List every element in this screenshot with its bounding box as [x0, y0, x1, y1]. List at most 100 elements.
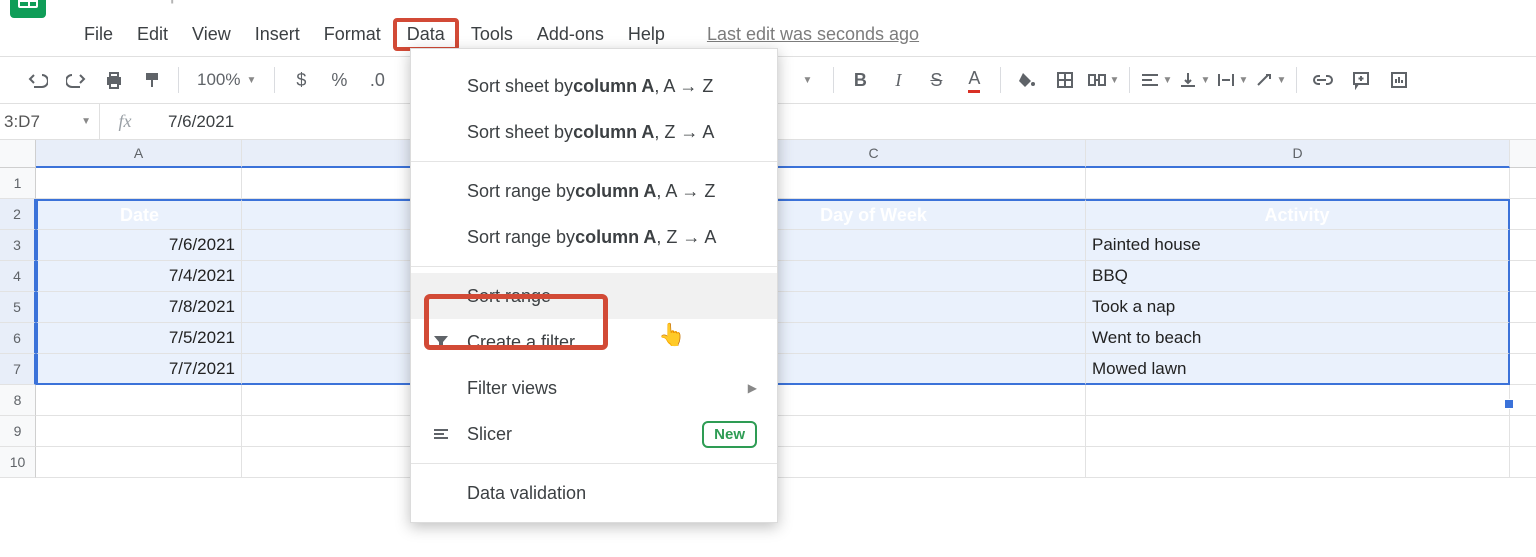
undo-button[interactable]	[20, 62, 56, 98]
column-header[interactable]	[1510, 140, 1536, 168]
cell[interactable]: 7/4/2021	[36, 261, 242, 292]
chevron-down-icon: ▼	[81, 116, 91, 127]
bold-button[interactable]: B	[842, 62, 878, 98]
cell[interactable]: 7/5/2021	[36, 323, 242, 354]
cell[interactable]: 7/7/2021	[36, 354, 242, 385]
menu-help[interactable]: Help	[616, 18, 677, 51]
column-header[interactable]: A	[36, 140, 242, 168]
v-align-button[interactable]: ▼	[1176, 62, 1212, 98]
menu-data-validation[interactable]: Data validation	[411, 470, 777, 516]
cell[interactable]: Date	[36, 199, 242, 230]
zoom-value: 100%	[197, 70, 240, 90]
rotate-button[interactable]: ▼	[1252, 62, 1288, 98]
more-formats-caret[interactable]: ▼	[789, 62, 825, 98]
cell[interactable]	[1510, 354, 1536, 385]
cell[interactable]	[36, 168, 242, 199]
text-color-button[interactable]: A	[956, 62, 992, 98]
zoom-select[interactable]: 100% ▼	[187, 70, 266, 90]
row-header[interactable]: 9	[0, 416, 36, 447]
menu-sort-sheet-az[interactable]: Sort sheet by column A, A → Z	[411, 63, 777, 109]
cell[interactable]	[36, 416, 242, 447]
cell[interactable]: 7/6/2021	[36, 230, 242, 261]
decrease-decimal-button[interactable]: .0	[359, 62, 395, 98]
row-header[interactable]: 7	[0, 354, 36, 385]
cell[interactable]	[1086, 168, 1510, 199]
menu-filter-views[interactable]: Filter views ▶	[411, 365, 777, 411]
formula-value[interactable]: 7/6/2021	[150, 112, 234, 132]
name-box[interactable]: 3:D7 ▼	[0, 104, 100, 139]
cell[interactable]	[1086, 416, 1510, 447]
link-button[interactable]	[1305, 62, 1341, 98]
select-all-corner[interactable]	[0, 140, 36, 168]
cell[interactable]: Took a nap	[1086, 292, 1510, 323]
print-button[interactable]	[96, 62, 132, 98]
cell[interactable]: Mowed lawn	[1086, 354, 1510, 385]
cell[interactable]	[1510, 447, 1536, 478]
menu-addons[interactable]: Add-ons	[525, 18, 616, 51]
menu-slicer[interactable]: Slicer New	[411, 411, 777, 457]
column-header[interactable]: D	[1086, 140, 1510, 168]
menu-create-filter[interactable]: Create a filter	[411, 319, 777, 365]
cell[interactable]	[1510, 416, 1536, 447]
italic-button[interactable]: I	[880, 62, 916, 98]
cursor-icon: 👆	[658, 322, 685, 348]
cell[interactable]	[1086, 447, 1510, 478]
cell[interactable]	[1510, 323, 1536, 354]
filter-icon	[429, 330, 453, 354]
new-badge: New	[702, 421, 757, 448]
cell[interactable]: Went to beach	[1086, 323, 1510, 354]
cell[interactable]: Activity	[1086, 199, 1510, 230]
row-header[interactable]: 10	[0, 447, 36, 478]
format-percent-button[interactable]: %	[321, 62, 357, 98]
wrap-button[interactable]: ▼	[1214, 62, 1250, 98]
row-header[interactable]: 2	[0, 199, 36, 230]
merge-button[interactable]: ▼	[1085, 62, 1121, 98]
menu-sort-range-az[interactable]: Sort range by column A, A → Z	[411, 168, 777, 214]
comment-button[interactable]	[1343, 62, 1379, 98]
paint-format-button[interactable]	[134, 62, 170, 98]
cell[interactable]: 7/8/2021	[36, 292, 242, 323]
document-title[interactable]: Untitled spreadsheet	[78, 0, 280, 5]
menu-file[interactable]: File	[72, 18, 125, 51]
menu-sort-range-za[interactable]: Sort range by column A, Z → A	[411, 214, 777, 260]
row-header[interactable]: 3	[0, 230, 36, 261]
strike-button[interactable]: S	[918, 62, 954, 98]
sheets-logo	[10, 0, 46, 18]
redo-button[interactable]	[58, 62, 94, 98]
cell[interactable]: Painted house	[1086, 230, 1510, 261]
fill-color-button[interactable]	[1009, 62, 1045, 98]
data-menu-dropdown: Sort sheet by column A, A → Z Sort sheet…	[410, 48, 778, 523]
cell[interactable]	[1510, 230, 1536, 261]
menu-view[interactable]: View	[180, 18, 243, 51]
h-align-button[interactable]: ▼	[1138, 62, 1174, 98]
cell[interactable]	[1510, 261, 1536, 292]
cell[interactable]	[1510, 199, 1536, 230]
menu-sort-sheet-za[interactable]: Sort sheet by column A, Z → A	[411, 109, 777, 155]
name-box-value: 3:D7	[4, 112, 40, 132]
chevron-right-icon: ▶	[748, 381, 757, 395]
fx-icon: fx	[100, 111, 150, 132]
row-header[interactable]: 5	[0, 292, 36, 323]
cell[interactable]	[36, 385, 242, 416]
cell[interactable]: BBQ	[1086, 261, 1510, 292]
chart-button[interactable]	[1381, 62, 1417, 98]
menu-edit[interactable]: Edit	[125, 18, 180, 51]
cell[interactable]	[1510, 168, 1536, 199]
cell[interactable]	[1086, 385, 1510, 416]
last-edit-link[interactable]: Last edit was seconds ago	[707, 24, 919, 45]
menu-insert[interactable]: Insert	[243, 18, 312, 51]
menu-tools[interactable]: Tools	[459, 18, 525, 51]
menu-data[interactable]: Data	[393, 18, 459, 51]
format-currency-button[interactable]: $	[283, 62, 319, 98]
row-header[interactable]: 8	[0, 385, 36, 416]
selection-handle[interactable]	[1504, 399, 1514, 409]
cell[interactable]	[36, 447, 242, 478]
cell[interactable]	[1510, 292, 1536, 323]
row-header[interactable]: 1	[0, 168, 36, 199]
chevron-down-icon: ▼	[246, 75, 256, 86]
borders-button[interactable]	[1047, 62, 1083, 98]
row-header[interactable]: 6	[0, 323, 36, 354]
row-header[interactable]: 4	[0, 261, 36, 292]
menu-format[interactable]: Format	[312, 18, 393, 51]
menu-sort-range[interactable]: Sort range	[411, 273, 777, 319]
